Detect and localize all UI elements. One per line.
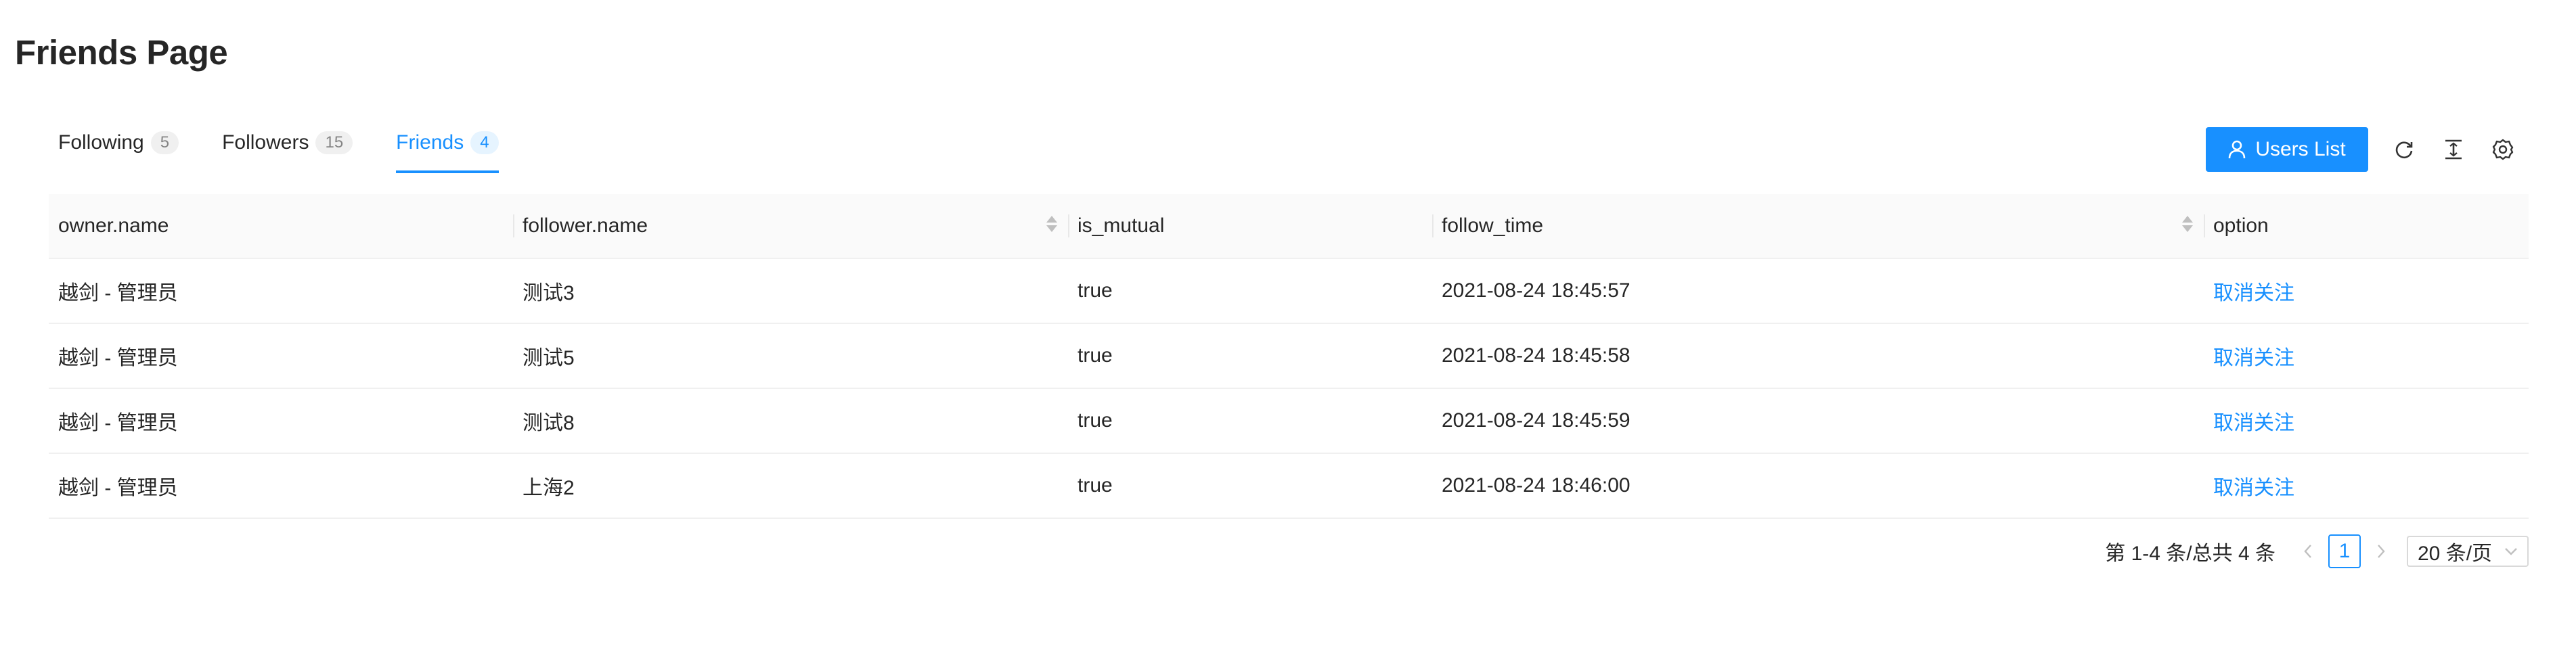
tab-label: Following bbox=[58, 131, 144, 154]
table-row: 越剑 - 管理员 上海2 true 2021-08-24 18:46:00 取消… bbox=[49, 454, 2529, 519]
column-header-option: option bbox=[2204, 194, 2529, 258]
user-icon bbox=[2229, 140, 2246, 159]
cell-is-mutual: true bbox=[1078, 344, 1113, 367]
table-row: 越剑 - 管理员 测试3 true 2021-08-24 18:45:57 取消… bbox=[49, 259, 2529, 324]
pagination-total: 第 1-4 条/总共 4 条 bbox=[2105, 543, 2275, 565]
chevron-right-icon bbox=[2378, 545, 2385, 558]
cell-is-mutual: true bbox=[1078, 279, 1113, 302]
unfollow-link[interactable]: 取消关注 bbox=[2213, 471, 2294, 501]
prev-page-button[interactable] bbox=[2294, 535, 2322, 568]
tab-label: Followers bbox=[222, 131, 309, 154]
page-title: Friends Page bbox=[15, 33, 228, 72]
tab-bar: Following 5 Followers 15 Friends 4 bbox=[58, 126, 542, 173]
page-size-value: 20 条/页 bbox=[2418, 543, 2493, 565]
column-header-follower-name[interactable]: follower.name bbox=[513, 194, 1068, 258]
cell-owner-name: 越剑 - 管理员 bbox=[58, 412, 178, 434]
tab-following[interactable]: Following 5 bbox=[58, 126, 179, 160]
column-height-icon[interactable] bbox=[2440, 136, 2467, 163]
table-header: owner.name follower.name is_mutual follo… bbox=[49, 194, 2529, 259]
next-page-button[interactable] bbox=[2368, 535, 2395, 568]
cell-follow-time: 2021-08-24 18:45:57 bbox=[1442, 279, 1630, 302]
cell-owner-name: 越剑 - 管理员 bbox=[58, 477, 178, 499]
friends-table: owner.name follower.name is_mutual follo… bbox=[49, 194, 2529, 519]
cell-follower-name: 上海2 bbox=[523, 477, 575, 499]
sort-icon[interactable] bbox=[1046, 216, 1057, 232]
pagination: 第 1-4 条/总共 4 条 1 20 条/页 bbox=[2105, 534, 2529, 568]
column-header-is-mutual: is_mutual bbox=[1068, 194, 1432, 258]
users-list-label: Users List bbox=[2255, 138, 2346, 160]
chevron-down-icon bbox=[2505, 548, 2517, 555]
unfollow-link[interactable]: 取消关注 bbox=[2213, 406, 2294, 436]
cell-owner-name: 越剑 - 管理员 bbox=[58, 282, 178, 304]
page-size-select[interactable]: 20 条/页 bbox=[2407, 536, 2529, 567]
tab-followers[interactable]: Followers 15 bbox=[222, 126, 353, 160]
column-header-owner-name: owner.name bbox=[58, 214, 169, 237]
reload-icon[interactable] bbox=[2391, 136, 2418, 163]
setting-icon[interactable] bbox=[2489, 136, 2516, 163]
cell-follow-time: 2021-08-24 18:46:00 bbox=[1442, 474, 1630, 497]
tab-count-badge: 5 bbox=[150, 131, 179, 154]
tab-count-badge: 15 bbox=[315, 131, 353, 154]
tab-count-badge: 4 bbox=[470, 131, 499, 154]
table-row: 越剑 - 管理员 测试5 true 2021-08-24 18:45:58 取消… bbox=[49, 324, 2529, 389]
cell-owner-name: 越剑 - 管理员 bbox=[58, 347, 178, 369]
unfollow-link[interactable]: 取消关注 bbox=[2213, 276, 2294, 306]
column-header-label: follower.name bbox=[523, 214, 648, 237]
cell-follower-name: 测试5 bbox=[523, 347, 575, 369]
toolbar: Users List bbox=[2206, 127, 2516, 172]
cell-follower-name: 测试3 bbox=[523, 282, 575, 304]
column-header-follow-time[interactable]: follow_time bbox=[1432, 194, 2204, 258]
page-number-button[interactable]: 1 bbox=[2328, 534, 2361, 568]
tab-label: Friends bbox=[396, 131, 464, 154]
unfollow-link[interactable]: 取消关注 bbox=[2213, 341, 2294, 371]
sort-icon[interactable] bbox=[2182, 216, 2193, 232]
tab-friends[interactable]: Friends 4 bbox=[396, 126, 499, 173]
chevron-left-icon bbox=[2304, 545, 2311, 558]
cell-follower-name: 测试8 bbox=[523, 412, 575, 434]
column-header-label: follow_time bbox=[1442, 214, 1544, 237]
cell-is-mutual: true bbox=[1078, 409, 1113, 432]
cell-follow-time: 2021-08-24 18:45:58 bbox=[1442, 344, 1630, 367]
cell-is-mutual: true bbox=[1078, 474, 1113, 497]
table-row: 越剑 - 管理员 测试8 true 2021-08-24 18:45:59 取消… bbox=[49, 389, 2529, 454]
cell-follow-time: 2021-08-24 18:45:59 bbox=[1442, 409, 1630, 432]
users-list-button[interactable]: Users List bbox=[2206, 127, 2368, 172]
